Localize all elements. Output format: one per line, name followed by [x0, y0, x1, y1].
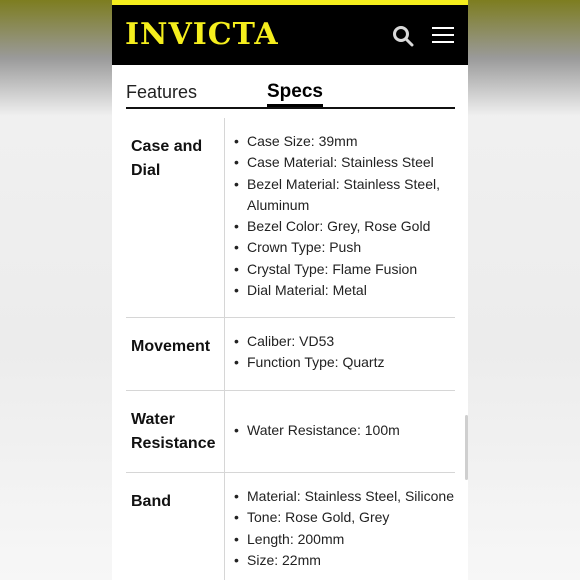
hamburger-menu-icon[interactable]	[432, 27, 454, 45]
top-navigation-bar: INVICTA	[112, 0, 468, 65]
spec-item: Function Type: Quartz	[234, 352, 459, 374]
spec-item: Length: 200mm	[234, 529, 459, 551]
spec-list: Caliber: VD53 Function Type: Quartz	[234, 331, 459, 374]
spec-tabs: Features Specs	[126, 81, 455, 109]
spec-label: Band	[131, 493, 171, 510]
spec-item: Caliber: VD53	[234, 331, 459, 353]
spec-row-case-and-dial: Case and Dial Case Size: 39mm Case Mater…	[126, 118, 455, 318]
spec-row-movement: Movement Caliber: VD53 Function Type: Qu…	[126, 318, 455, 391]
spec-item: Size: 22mm	[234, 550, 459, 572]
spec-list: Case Size: 39mm Case Material: Stainless…	[234, 131, 459, 302]
spec-label: Movement	[131, 338, 211, 355]
spec-row-water-resistance: Water Resistance Water Resistance: 100m	[126, 391, 455, 473]
spec-item: Water Resistance: 100m	[234, 420, 459, 442]
spec-item: Bezel Material: Stainless Steel, Aluminu…	[234, 174, 459, 217]
spec-list: Material: Stainless Steel, Silicone Tone…	[234, 486, 459, 571]
invicta-logo[interactable]: INVICTA	[125, 17, 279, 52]
mobile-page: INVICTA Features Specs Case and Dial Cas…	[112, 0, 468, 580]
spec-item: Case Material: Stainless Steel	[234, 152, 459, 174]
spec-item: Crown Type: Push	[234, 237, 459, 259]
search-icon[interactable]	[392, 25, 414, 47]
spec-item: Dial Material: Metal	[234, 280, 459, 302]
scrollbar[interactable]	[465, 415, 468, 480]
spec-item: Crystal Type: Flame Fusion	[234, 259, 459, 281]
spec-list: Water Resistance: 100m	[234, 420, 459, 442]
column-divider	[224, 118, 225, 317]
column-divider	[224, 391, 225, 472]
column-divider	[224, 473, 225, 580]
spec-row-band: Band Material: Stainless Steel, Silicone…	[126, 473, 455, 580]
spec-item: Tone: Rose Gold, Grey	[234, 507, 459, 529]
background-blur-left	[0, 0, 112, 580]
spec-item: Case Size: 39mm	[234, 131, 459, 153]
spec-label: Water Resistance	[131, 411, 216, 452]
tab-features[interactable]: Features	[126, 82, 197, 103]
background-blur-right	[468, 0, 580, 580]
spec-item: Material: Stainless Steel, Silicone	[234, 486, 459, 508]
spec-item: Bezel Color: Grey, Rose Gold	[234, 216, 459, 238]
tab-specs[interactable]: Specs	[267, 81, 323, 107]
column-divider	[224, 318, 225, 390]
spec-label: Case and Dial	[131, 138, 203, 179]
